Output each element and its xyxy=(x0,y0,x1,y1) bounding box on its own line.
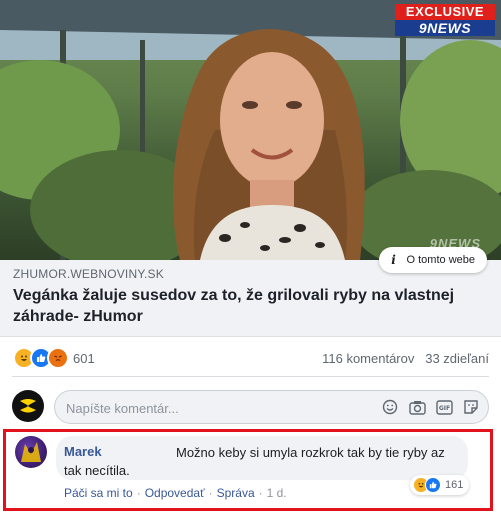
like-icon xyxy=(425,477,441,493)
article-image[interactable]: EXCLUSIVE 9NEWS 9NEWS xyxy=(0,0,501,260)
svg-text:GIF: GIF xyxy=(438,405,449,412)
angry-icon xyxy=(47,347,69,369)
info-icon: i xyxy=(391,253,396,267)
comment-text: Možno keby si umyla rozkrok tak by tie r… xyxy=(64,445,445,478)
commenter-avatar[interactable] xyxy=(15,436,47,468)
zhumor-logo-icon xyxy=(20,399,36,413)
comments-count-link[interactable]: 116 komentárov xyxy=(322,351,414,366)
exclusive-label: EXCLUSIVE xyxy=(395,4,495,20)
woman-photo xyxy=(0,0,501,260)
comment-actions: Páči sa mi to · Odpovedať · Správa · 1 d… xyxy=(64,486,287,500)
exclusive-badge: EXCLUSIVE 9NEWS xyxy=(395,4,495,36)
comment-timestamp[interactable]: 1 d. xyxy=(267,486,287,500)
about-site-button[interactable]: i O tomto webe xyxy=(378,247,487,273)
reactions-summary[interactable]: 601 xyxy=(13,347,95,369)
separator-dot: · xyxy=(208,486,213,500)
shares-count-link[interactable]: 33 zdieľaní xyxy=(425,351,489,366)
like-comment-link[interactable]: Páči sa mi to xyxy=(64,486,133,500)
link-title[interactable]: Vegánka žaluje susedov za to, že grilova… xyxy=(13,285,483,327)
reaction-count: 601 xyxy=(73,350,95,366)
page-avatar[interactable] xyxy=(12,390,44,422)
emoji-icon[interactable] xyxy=(381,398,399,416)
divider xyxy=(12,376,489,377)
sticker-icon[interactable] xyxy=(462,398,480,416)
engagement-counts: 116 komentárov 33 zdieľaní xyxy=(322,351,489,366)
comment-composer[interactable]: GIF xyxy=(54,390,489,424)
about-site-label: O tomto webe xyxy=(406,254,475,266)
message-link[interactable]: Správa xyxy=(217,486,255,500)
reply-link[interactable]: Odpovedať xyxy=(145,486,205,500)
comment-reactions[interactable]: 161 xyxy=(410,475,470,495)
separator-dot: · xyxy=(136,486,141,500)
comment-reaction-count: 161 xyxy=(445,479,464,491)
link-domain: ZHUMOR.WEBNOVINY.SK xyxy=(13,267,164,281)
separator-dot: · xyxy=(258,486,263,500)
news-logo: 9NEWS xyxy=(395,20,495,36)
gif-icon[interactable]: GIF xyxy=(435,398,453,416)
camera-icon[interactable] xyxy=(408,398,426,416)
comment-input[interactable] xyxy=(64,397,368,419)
